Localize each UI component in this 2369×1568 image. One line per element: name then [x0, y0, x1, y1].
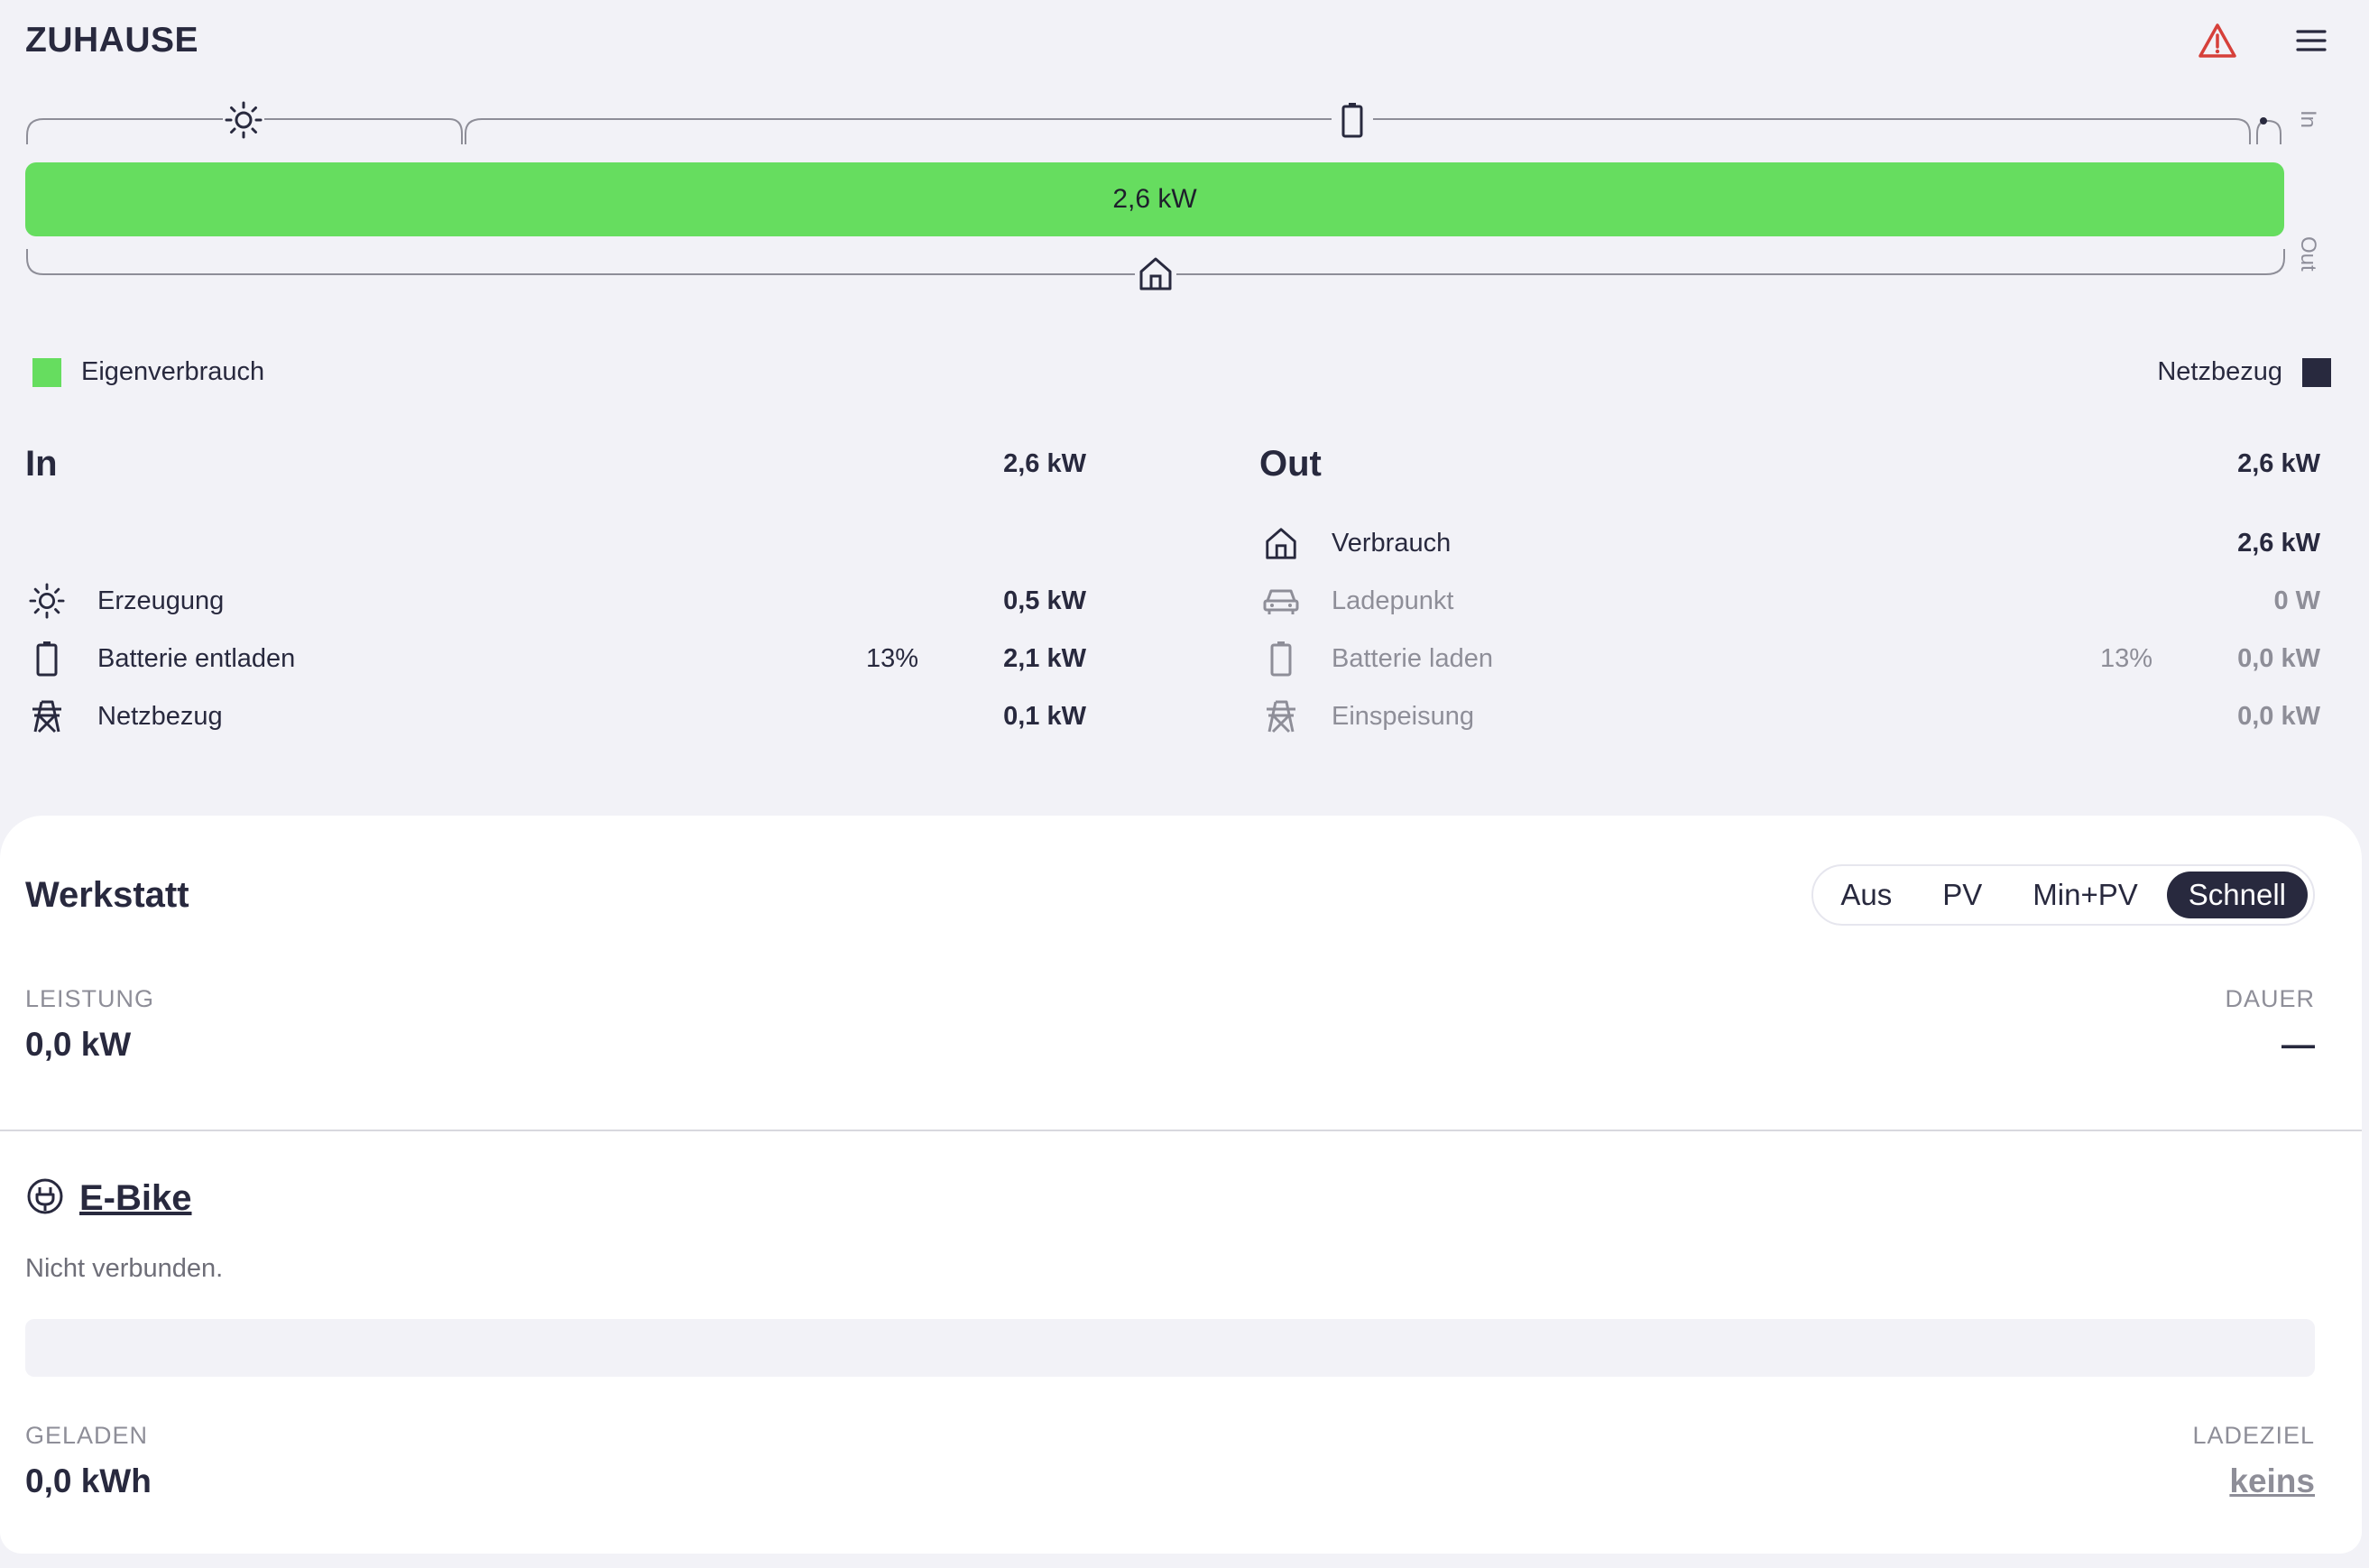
page: ZUHAUSE 2,6 kW In Out Eigenverbrauch Net… [0, 0, 2369, 1568]
out-row-grid-export: Einspeisung 0,0 kW [1259, 687, 2320, 745]
mode-button-pv[interactable]: PV [1921, 872, 2004, 918]
legend-swatch-green [32, 357, 61, 387]
target-stat: LADEZIEL keins [2192, 1422, 2315, 1500]
power-stat: LEISTUNG 0,0 kW [25, 985, 154, 1064]
grid-tower-icon [1259, 695, 1303, 738]
in-row-grid-import: Netzbezug 0,1 kW [25, 687, 1086, 745]
flow-bar-self-consumption: 2,6 kW [25, 162, 2284, 236]
legend-label: Netzbezug [2157, 357, 2282, 386]
row-value: 2,6 kW [2237, 528, 2320, 558]
header: ZUHAUSE [25, 16, 2344, 65]
out-row-loadpoint: Ladepunkt 0 W [1259, 572, 2320, 630]
charged-stat: GELADEN 0,0 kWh [25, 1422, 152, 1500]
row-value: 0,0 kW [2237, 643, 2320, 673]
flow-in-label: In [2296, 110, 2320, 129]
header-actions [2196, 19, 2333, 62]
out-title: Out [1259, 443, 1322, 484]
legend-self-consumption: Eigenverbrauch [32, 357, 264, 387]
row-label: Ladepunkt [1332, 586, 1454, 615]
row-value: 0,5 kW [1003, 586, 1086, 615]
legend-grid-import: Netzbezug [2157, 357, 2331, 387]
mode-button-minpv[interactable]: Min+PV [2011, 872, 2159, 918]
row-label: Netzbezug [97, 701, 223, 731]
mode-button-off[interactable]: Aus [1819, 872, 1913, 918]
vehicle-header: E-Bike [25, 1176, 192, 1221]
warning-triangle-icon[interactable] [2196, 19, 2239, 62]
plug-icon [25, 1176, 65, 1221]
out-column: Out 2,6 kW Verbrauch 2,6 kW Ladepunkt 0 … [1259, 438, 2320, 745]
charged-label: GELADEN [25, 1422, 149, 1449]
house-icon [1259, 521, 1303, 565]
in-total: 2,6 kW [1003, 448, 1086, 478]
duration-stat: DAUER — [2225, 985, 2315, 1064]
power-label: LEISTUNG [25, 985, 155, 1012]
sun-icon [223, 99, 264, 141]
legend-label: Eigenverbrauch [81, 357, 265, 386]
row-percent: 13% [865, 643, 918, 673]
out-row-battery-charge: Batterie laden 13% 0,0 kW [1259, 630, 2320, 687]
row-label: Batterie laden [1332, 643, 1493, 673]
vehicle-name-link[interactable]: E-Bike [79, 1178, 192, 1219]
divider [0, 1130, 2362, 1131]
car-icon [1259, 579, 1303, 623]
legend-swatch-dark [2302, 357, 2331, 387]
battery-icon [1332, 99, 1373, 141]
mode-button-fast[interactable]: Schnell [2166, 872, 2308, 918]
row-label: Einspeisung [1332, 701, 1474, 731]
row-label: Erzeugung [97, 586, 225, 615]
row-label: Batterie entladen [97, 643, 296, 673]
in-row-generation: Erzeugung 0,5 kW [25, 572, 1086, 630]
vehicle-status: Nicht verbunden. [25, 1254, 224, 1283]
in-column: In 2,6 kW Erzeugung 0,5 kW Batterie entl… [25, 438, 1086, 745]
battery-icon [25, 637, 69, 680]
flow-out-label: Out [2296, 236, 2320, 272]
duration-label: DAUER [2225, 985, 2315, 1012]
in-row-battery-discharge: Batterie entladen 13% 2,1 kW [25, 630, 1086, 687]
vehicle-soc-bar [25, 1319, 2315, 1377]
duration-value: — [2281, 1026, 2315, 1063]
in-title: In [25, 443, 58, 484]
house-icon [1135, 253, 1176, 294]
out-row-consumption: Verbrauch 2,6 kW [1259, 514, 2320, 572]
sun-icon [25, 579, 69, 623]
charged-value: 0,0 kWh [25, 1462, 152, 1499]
row-percent: 13% [2099, 643, 2152, 673]
row-value: 0 W [2273, 586, 2320, 615]
battery-icon [1259, 637, 1303, 680]
loadpoint-card: Werkstatt Aus PV Min+PV Schnell LEISTUNG… [0, 816, 2362, 1554]
row-label: Verbrauch [1332, 528, 1452, 558]
target-label: LADEZIEL [2192, 1422, 2315, 1449]
out-total: 2,6 kW [2237, 448, 2320, 478]
loadpoint-title: Werkstatt [25, 874, 189, 915]
row-value: 0,1 kW [1003, 701, 1086, 731]
power-value: 0,0 kW [25, 1026, 132, 1063]
site-title: ZUHAUSE [25, 21, 199, 60]
charge-mode-selector: Aus PV Min+PV Schnell [1811, 864, 2315, 926]
row-value: 2,1 kW [1003, 643, 1086, 673]
charge-target-link[interactable]: keins [2229, 1462, 2315, 1499]
energy-flow: 2,6 kW In Out [25, 94, 2344, 301]
row-value: 0,0 kW [2237, 701, 2320, 731]
hamburger-menu-icon[interactable] [2290, 19, 2333, 62]
flow-bar-label: 2,6 kW [1112, 184, 1197, 214]
grid-tower-icon [25, 695, 69, 738]
